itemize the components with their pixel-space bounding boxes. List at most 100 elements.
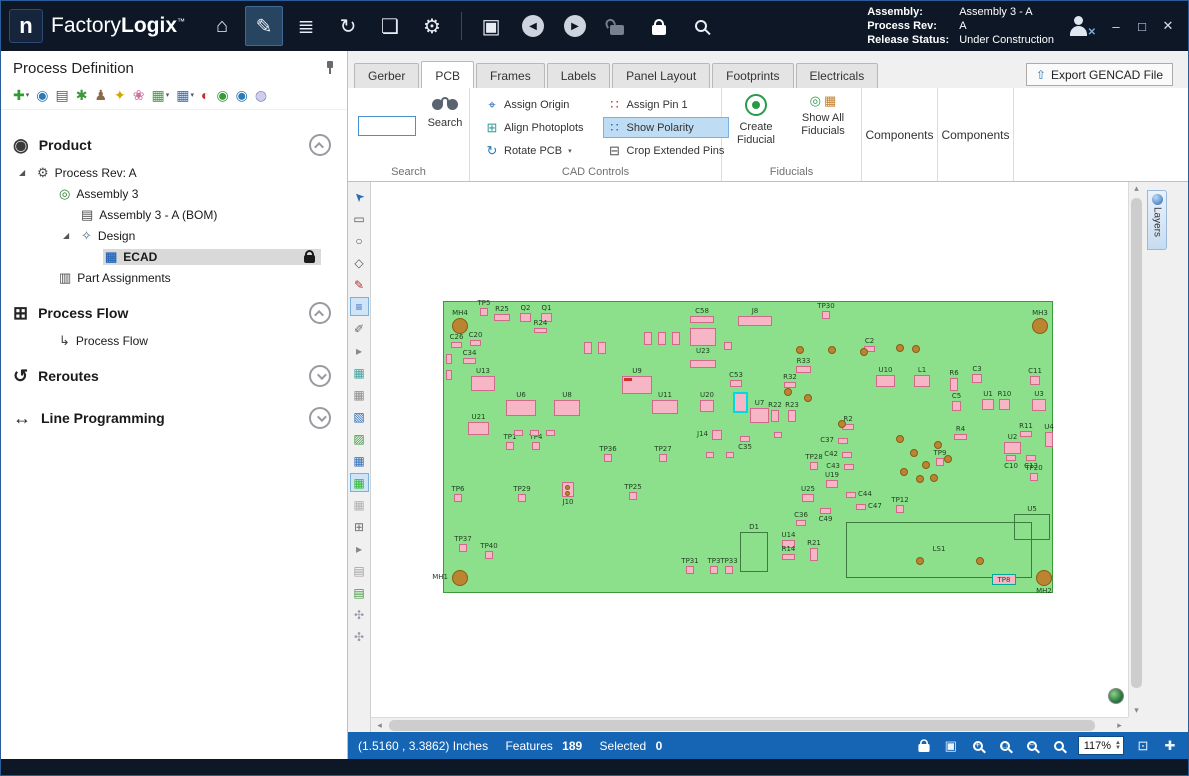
component-pad[interactable] [802, 494, 814, 502]
component-pad[interactable] [826, 480, 838, 488]
grid-teal-tool[interactable]: ▦ [350, 363, 369, 382]
web-icon[interactable]: ◉ [36, 87, 48, 103]
grid-green-tool[interactable]: ▦ [350, 473, 369, 492]
component-pad[interactable] [712, 430, 722, 440]
layers-icon[interactable]: ▦▾ [176, 87, 194, 103]
component-pad[interactable] [598, 342, 606, 354]
component-pad[interactable] [952, 401, 961, 411]
component-pad[interactable] [738, 316, 772, 326]
component-pad[interactable] [1045, 432, 1053, 447]
component-pad[interactable] [690, 360, 716, 368]
search-input[interactable] [358, 116, 416, 136]
tree-section-process-flow[interactable]: ⊞Process Flow [1, 296, 347, 330]
zoom-out-icon[interactable]: − [1023, 737, 1041, 755]
components-button-2[interactable]: Components [938, 88, 1014, 181]
horizontal-scroll-thumb[interactable] [389, 720, 1095, 731]
component-pad[interactable] [771, 410, 779, 422]
settings-gear-icon[interactable]: ⚙ [413, 6, 451, 46]
grid-blue-tool[interactable]: ▦ [350, 451, 369, 470]
components-button-1[interactable]: Components [862, 88, 938, 181]
assign-origin-button[interactable]: ⌖Assign Origin [480, 94, 589, 115]
component-pad[interactable] [530, 430, 539, 436]
tree-item-ecad[interactable]: ▦ECAD [1, 246, 347, 267]
test-point[interactable] [480, 308, 488, 316]
rectangle-select-tool[interactable]: ▭ [350, 209, 369, 228]
component-pad[interactable] [842, 452, 852, 458]
test-point[interactable] [936, 458, 944, 466]
highlighted-component[interactable] [733, 392, 748, 413]
history-icon[interactable]: ◐ [201, 87, 209, 103]
logout-user-icon[interactable]: ✕ [1068, 16, 1090, 36]
component-pad[interactable] [954, 434, 967, 440]
connector[interactable] [562, 482, 574, 497]
sync-icon[interactable]: ↻ [329, 6, 367, 46]
component-pad[interactable] [844, 464, 854, 470]
component-outline[interactable] [846, 522, 1032, 578]
home-icon[interactable]: ⌂ [203, 6, 241, 46]
add-icon[interactable]: ✚▾ [13, 87, 29, 103]
print-icon[interactable]: ▤ [55, 87, 68, 103]
zoom-spinner-arrows[interactable]: ▲▼ [1115, 741, 1121, 751]
component-ic[interactable] [471, 376, 495, 391]
grid-dim-tool[interactable]: ▦ [350, 495, 369, 514]
component-pad[interactable] [999, 399, 1010, 410]
component-pad[interactable] [1030, 376, 1040, 385]
documents-icon[interactable]: ❏ [371, 6, 409, 46]
mounting-hole[interactable] [1036, 570, 1052, 586]
show-all-fiducials-button[interactable]: ◎▦ Show All Fiducials [788, 94, 858, 166]
show-polarity-button[interactable]: ∷Show Polarity [603, 117, 730, 138]
search-button[interactable]: Search [426, 96, 464, 129]
component-pad[interactable] [740, 436, 750, 442]
layer-list-tool[interactable]: ≡ [350, 297, 369, 316]
component-pad[interactable] [1006, 455, 1016, 461]
test-point[interactable] [604, 454, 612, 462]
tab-gerber[interactable]: Gerber [354, 63, 419, 88]
crop-extended-pins-button[interactable]: ⊟Crop Extended Pins [603, 140, 730, 161]
unlock-icon[interactable] [598, 6, 636, 46]
component-ic[interactable] [690, 328, 716, 346]
test-point[interactable] [506, 442, 514, 450]
tab-pcb[interactable]: PCB [421, 61, 474, 88]
component-pad[interactable] [950, 378, 958, 391]
flower-icon[interactable]: ❀ [133, 87, 145, 103]
back-icon[interactable]: ◀ [514, 6, 552, 46]
mounting-hole[interactable] [1032, 318, 1048, 334]
scroll-left-arrow[interactable]: ◂ [372, 720, 387, 731]
component-pad[interactable] [546, 430, 555, 436]
component-pad[interactable] [658, 332, 666, 345]
component-pad[interactable] [672, 332, 680, 345]
component-ic[interactable] [652, 400, 678, 414]
component-pad[interactable] [541, 313, 552, 322]
audit-search-icon[interactable] [682, 6, 720, 46]
vertical-scrollbar[interactable]: ▴ ▾ [1128, 182, 1143, 717]
component-pad[interactable] [446, 354, 452, 364]
component-pad[interactable] [520, 313, 531, 322]
tree-item-process-flow[interactable]: ↳Process Flow [1, 330, 347, 351]
component-pad[interactable] [451, 342, 462, 348]
zoom-fit-icon[interactable]: ⊡ [1134, 737, 1152, 755]
horizontal-scrollbar[interactable]: ◂ ▸ [371, 717, 1128, 732]
test-point[interactable] [725, 566, 733, 574]
zoom-window-icon[interactable]: □ [996, 737, 1014, 755]
component-pad[interactable] [846, 492, 856, 498]
component-ic[interactable] [750, 408, 769, 423]
collapse-arrow-button[interactable] [309, 302, 331, 324]
component-pad[interactable] [856, 504, 866, 510]
select-tool[interactable]: ➤ [350, 187, 369, 206]
materials-icon[interactable]: ≣ [287, 6, 325, 46]
component-outline[interactable] [740, 532, 768, 572]
component-pad[interactable] [514, 430, 523, 436]
zoom-dynamic-icon[interactable] [1050, 737, 1068, 755]
component-pad[interactable] [534, 328, 547, 333]
test-point[interactable] [485, 551, 493, 559]
tree-item-process-rev-a[interactable]: ◢⚙Process Rev: A [1, 162, 347, 183]
component-ic[interactable] [876, 375, 895, 387]
polygon-select-tool[interactable]: ◇ [350, 253, 369, 272]
component-pad[interactable] [463, 358, 476, 364]
lasso-select-tool[interactable]: ○ [350, 231, 369, 250]
tree-section-line-programming[interactable]: ↔Line Programming [1, 401, 347, 435]
component-pad[interactable] [782, 554, 795, 560]
key-icon[interactable]: ✦ [114, 87, 126, 103]
component-pad[interactable] [730, 380, 742, 387]
component-pad[interactable] [1026, 455, 1036, 461]
